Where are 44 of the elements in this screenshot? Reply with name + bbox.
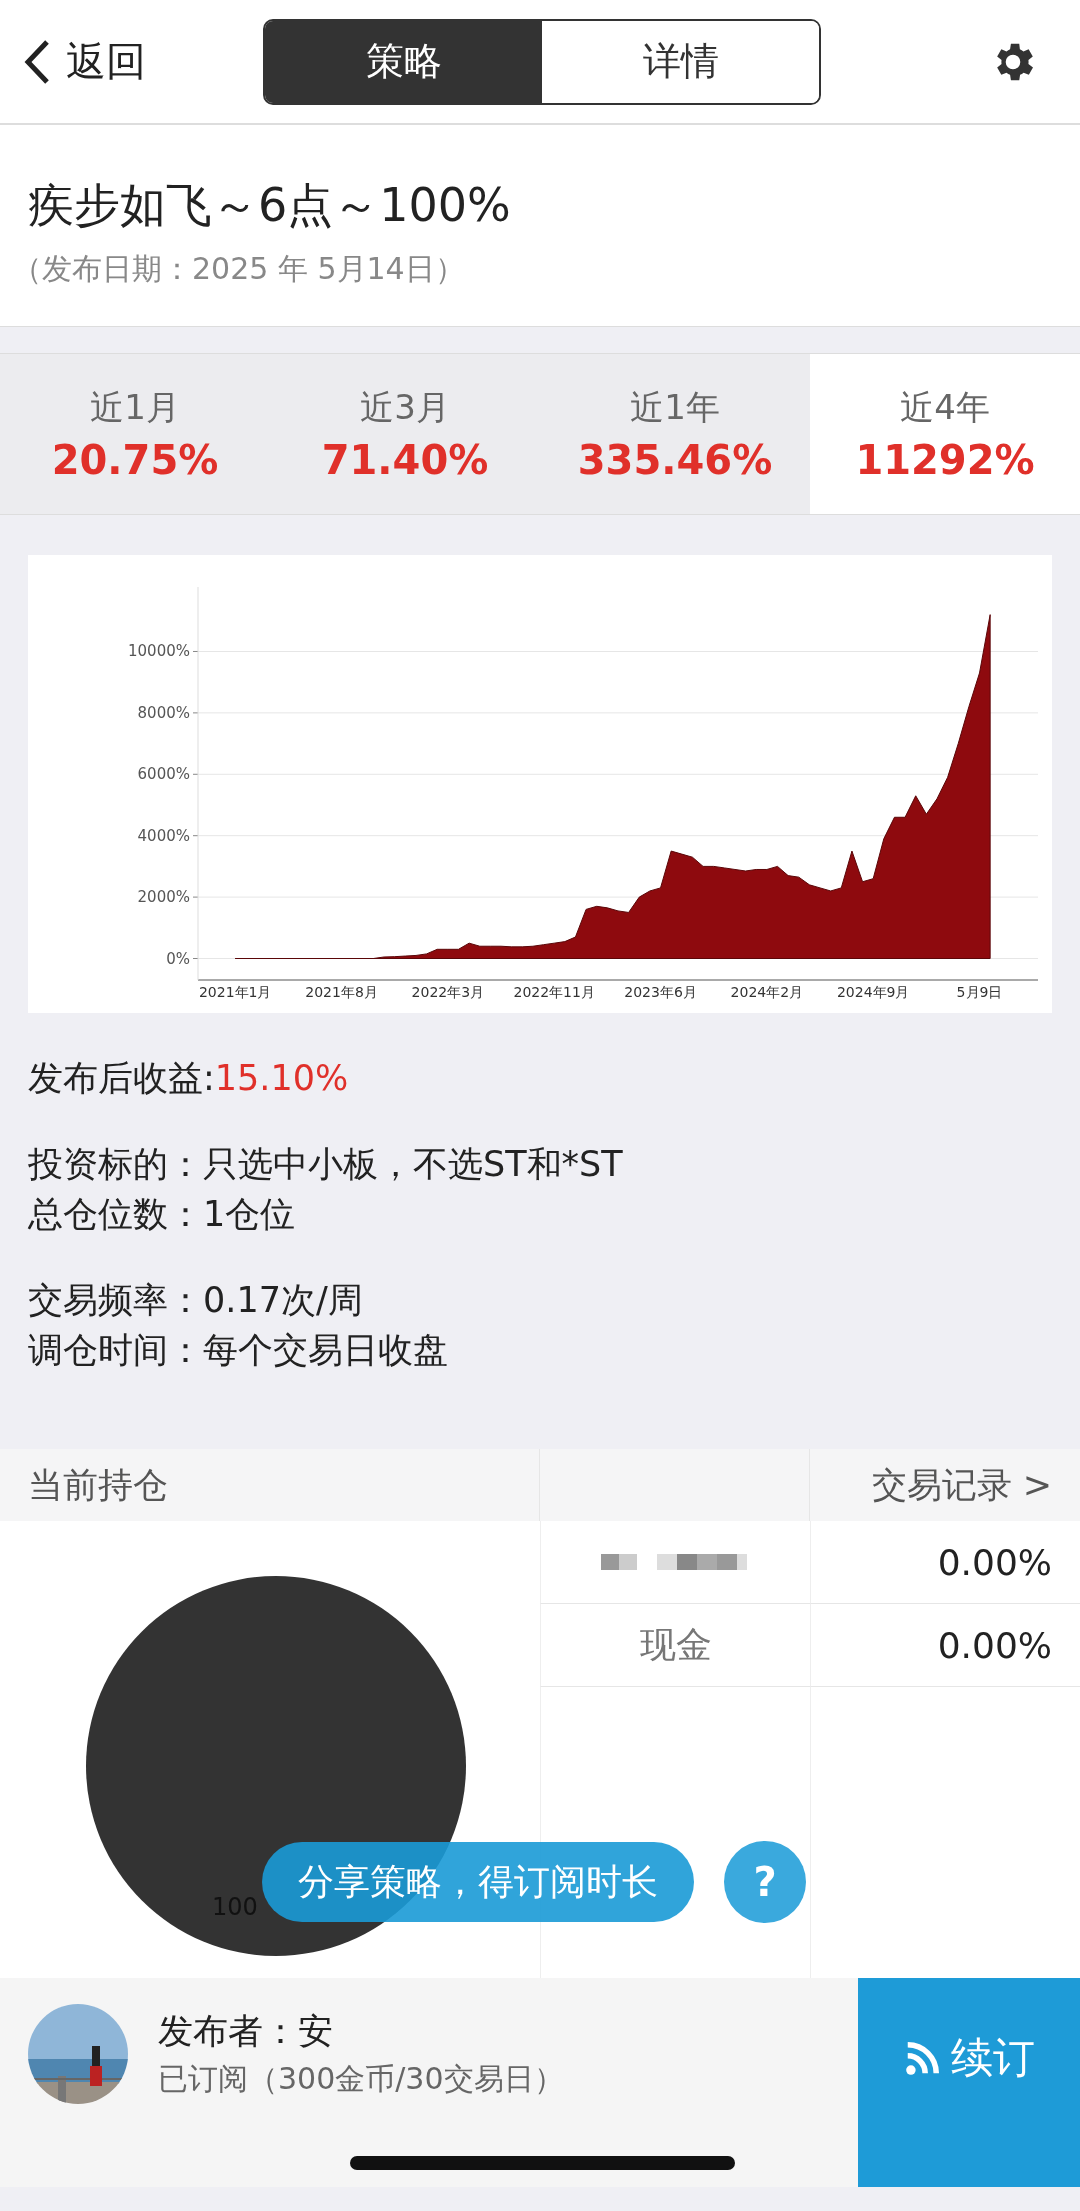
period-label: 近3月 — [360, 386, 450, 429]
info-line: 投资标的：只选中小板，不选ST和*ST — [28, 1143, 624, 1186]
period-label: 近1年 — [630, 386, 720, 429]
period-label: 近1月 — [90, 386, 180, 429]
period-tab[interactable]: 近4年 11292% — [810, 354, 1080, 514]
x-tick-label: 2021年1月 — [198, 984, 272, 1000]
x-tick-label: 2022年11月 — [513, 984, 595, 1000]
publisher-name: 发布者：安 — [158, 2010, 334, 2053]
x-tick-label: 2021年8月 — [305, 984, 378, 1000]
renew-button[interactable]: 续订 — [858, 1978, 1080, 2187]
y-tick-label: 0% — [166, 949, 190, 968]
segment-tab[interactable]: 策略 — [265, 20, 542, 103]
trade-records-link[interactable]: 交易记录 > — [810, 1449, 1080, 1521]
y-tick-label: 10000% — [128, 642, 190, 661]
return-after-publish: 发布后收益:15.10% — [28, 1057, 350, 1100]
holding-weight: 0.00% — [810, 1521, 1080, 1604]
holding-name: 现金 — [540, 1604, 810, 1687]
y-tick-label: 8000% — [137, 703, 190, 722]
info-line: 总仓位数：1仓位 — [28, 1193, 297, 1236]
x-tick-label: 2024年2月 — [730, 984, 804, 1000]
holding-weight: 0.00% — [810, 1604, 1080, 1687]
y-tick-label: 4000% — [137, 826, 190, 845]
x-tick-label: 5月9日 — [956, 984, 1003, 1000]
period-return: 71.40% — [321, 437, 489, 483]
back-button[interactable]: 返回 — [24, 34, 263, 89]
strategy-title: 疾步如飞～6点～100% — [28, 177, 512, 234]
help-button[interactable]: ? — [724, 1841, 806, 1923]
period-return: 20.75% — [51, 437, 219, 483]
x-tick-label: 2023年6月 — [624, 984, 697, 1000]
x-tick-label: 2024年9月 — [836, 984, 910, 1000]
rss-icon — [903, 2040, 941, 2078]
period-return: 335.46% — [577, 437, 773, 483]
subscription-info: 已订阅（300金币/30交易日） — [158, 2060, 564, 2098]
period-label: 近4年 — [900, 386, 990, 429]
period-return: 11292% — [855, 437, 1035, 483]
info-line: 调仓时间：每个交易日收盘 — [28, 1329, 449, 1372]
x-tick-label: 2022年3月 — [411, 984, 485, 1000]
y-tick-label: 6000% — [137, 765, 190, 784]
info-line: 交易频率：0.17次/周 — [28, 1279, 364, 1322]
back-chevron-icon — [24, 38, 50, 85]
y-tick-label: 2000% — [137, 888, 190, 907]
share-banner-button[interactable]: 分享策略，得订阅时长 — [262, 1842, 694, 1922]
publish-date: （发布日期：2025 年 5月14日） — [12, 250, 466, 288]
holdings-title: 当前持仓 — [0, 1449, 540, 1521]
